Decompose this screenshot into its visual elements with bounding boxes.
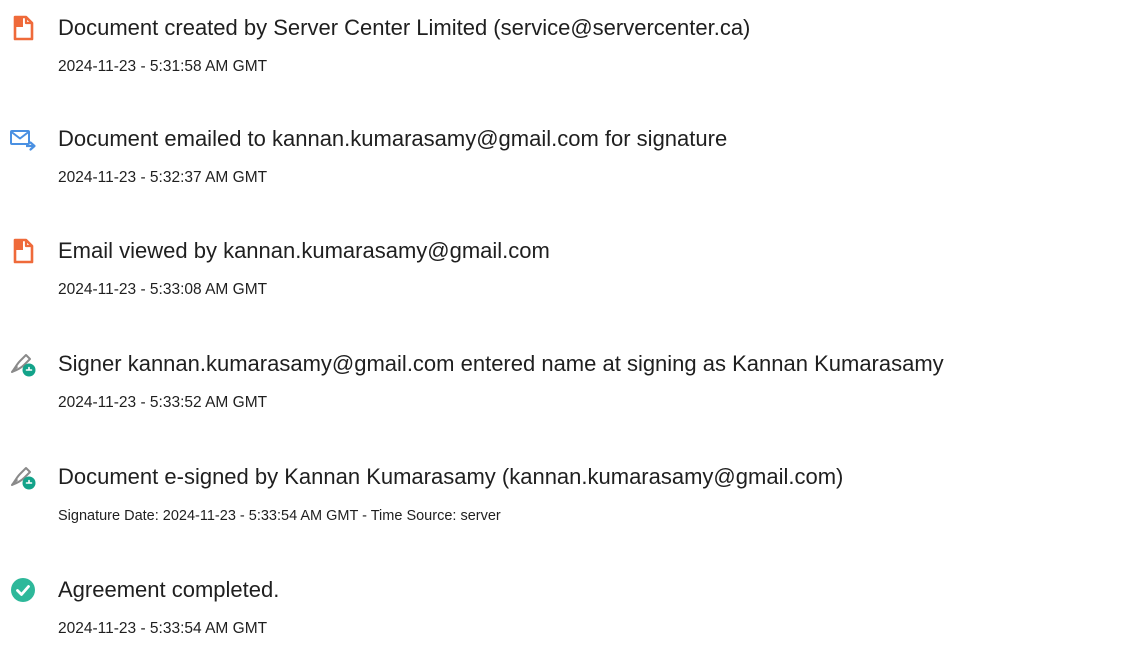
- signature-pen-icon: [9, 463, 37, 491]
- checkmark-circle-icon: [9, 576, 37, 604]
- document-icon: [9, 237, 37, 265]
- event-timestamp: 2024-11-23 - 5:33:08 AM GMT: [58, 281, 268, 298]
- event-timestamp: 2024-11-23 - 5:33:52 AM GMT: [58, 394, 268, 411]
- history-event-agreement-completed: Agreement completed. 2024-11-23 - 5:33:5…: [0, 566, 1132, 646]
- history-event-email-viewed: Email viewed by kannan.kumarasamy@gmail.…: [0, 227, 1132, 307]
- event-title: Document emailed to kannan.kumarasamy@gm…: [58, 126, 728, 151]
- event-title: Signer kannan.kumarasamy@gmail.com enter…: [58, 351, 944, 376]
- history-event-document-emailed: Document emailed to kannan.kumarasamy@gm…: [0, 115, 1132, 195]
- event-title: Document created by Server Center Limite…: [58, 15, 751, 40]
- email-send-icon: [9, 125, 37, 153]
- event-title: Document e-signed by Kannan Kumarasamy (…: [58, 464, 844, 489]
- history-event-document-esigned: Document e-signed by Kannan Kumarasamy (…: [0, 453, 1132, 533]
- event-title: Email viewed by kannan.kumarasamy@gmail.…: [58, 238, 550, 263]
- event-title: Agreement completed.: [58, 577, 280, 602]
- event-timestamp: 2024-11-23 - 5:32:37 AM GMT: [58, 169, 268, 186]
- event-signature-date: Signature Date: 2024-11-23 - 5:33:54 AM …: [58, 508, 501, 524]
- event-timestamp: 2024-11-23 - 5:31:58 AM GMT: [58, 58, 268, 75]
- signature-pen-icon: [9, 350, 37, 378]
- document-icon: [9, 14, 37, 42]
- event-timestamp: 2024-11-23 - 5:33:54 AM GMT: [58, 620, 268, 637]
- history-event-signer-entered-name: Signer kannan.kumarasamy@gmail.com enter…: [0, 340, 1132, 420]
- history-event-document-created: Document created by Server Center Limite…: [0, 4, 1132, 84]
- document-history-log: Document created by Server Center Limite…: [0, 0, 1132, 650]
